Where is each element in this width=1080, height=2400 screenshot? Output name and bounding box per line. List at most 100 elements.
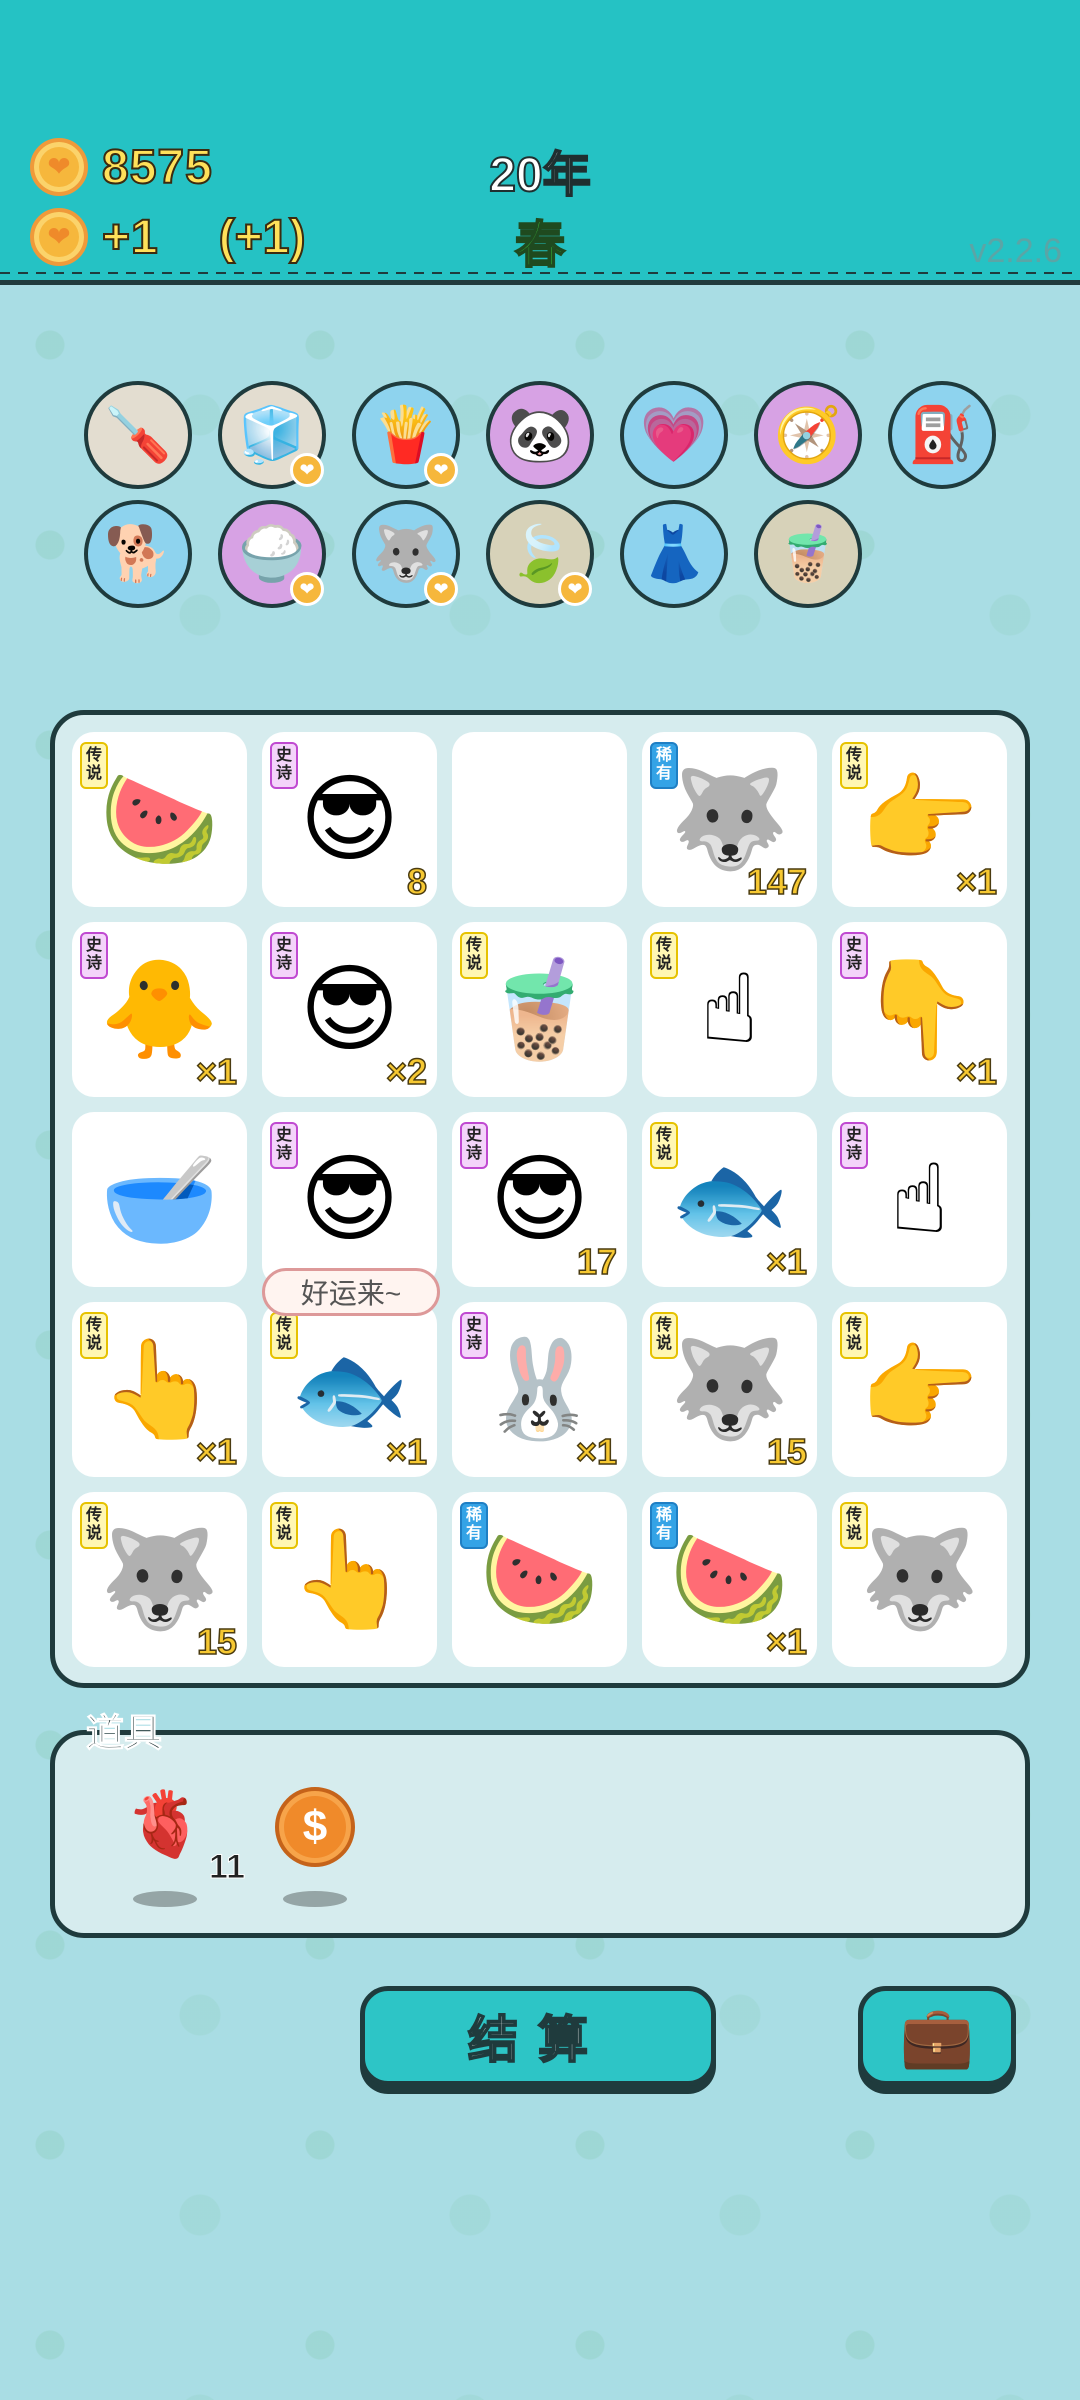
board-tile[interactable]: 传说 🐟 ×1 xyxy=(262,1302,437,1477)
board-tile[interactable]: 传说 🐟 ×1 xyxy=(642,1112,817,1287)
rarity-tag: 史诗 xyxy=(270,742,298,789)
pointing-hand-up-icon: ☝ xyxy=(700,955,759,1063)
board-tile[interactable]: 史诗 🐰 ×1 xyxy=(452,1302,627,1477)
board-tile[interactable]: 史诗 👇 ×1 xyxy=(832,922,1007,1097)
crowned-husky-icon: 🐺 xyxy=(859,1525,980,1633)
board-tile[interactable]: 传说 🍉 xyxy=(72,732,247,907)
item-dollar-coin[interactable]: $ xyxy=(265,1787,365,1907)
board-tile[interactable]: 稀有 🐺 147 xyxy=(642,732,817,907)
briefcase-icon: 💼 xyxy=(899,2002,975,2070)
board-tile[interactable]: 史诗 😎 8 xyxy=(262,732,437,907)
items-title: 道具 xyxy=(85,1713,163,1756)
speech-bubble: 好运来~ xyxy=(262,1268,440,1316)
pointing-hand-up-icon: 👆 xyxy=(99,1335,220,1443)
board-tile[interactable] xyxy=(452,732,627,907)
coin-total: 8575 xyxy=(101,140,213,195)
board-tile[interactable]: 史诗 😎 xyxy=(262,1112,437,1287)
board-tile[interactable]: 史诗 😎 17 xyxy=(452,1112,627,1287)
season-label: 春 xyxy=(514,216,566,274)
relic-dog-with-chain[interactable]: 🐕 xyxy=(84,500,192,608)
relic-panda[interactable]: 🐼 xyxy=(486,381,594,489)
liver-icon: 🫀 xyxy=(125,1788,205,1860)
tile-count: 17 xyxy=(576,1240,618,1283)
board-tile[interactable]: 稀有 🍉 xyxy=(452,1492,627,1667)
tile-count: ×2 xyxy=(385,1050,428,1093)
rarity-tag: 传说 xyxy=(840,1312,868,1359)
relic-pump[interactable]: ⛽ xyxy=(888,381,996,489)
gray-hand-icon: 👇 xyxy=(859,955,980,1063)
relic-french-fries[interactable]: 🍟 ❤ xyxy=(352,381,460,489)
board-tile[interactable]: 🥣 xyxy=(72,1112,247,1287)
top-status-bar: ❤ 8575 ❤ +1 (+1) 20年 春 v2.2.6 xyxy=(0,0,1080,285)
heart-badge-icon: ❤ xyxy=(424,572,458,606)
dollar-coin-icon: $ xyxy=(275,1787,355,1867)
board-tile[interactable]: 传说 👆 xyxy=(262,1492,437,1667)
dog-with-chain-icon: 🐕 xyxy=(104,523,172,584)
coins-row: ❤ 8575 xyxy=(30,138,213,196)
board-tile[interactable]: 传说 🐺 xyxy=(832,1492,1007,1667)
rarity-tag: 史诗 xyxy=(840,932,868,979)
relic-screwdriver[interactable]: 🪛 xyxy=(84,381,192,489)
sunglasses-man-icon: 😎 xyxy=(299,955,400,1063)
compass-icon: 🧭 xyxy=(774,404,842,465)
rarity-tag: 史诗 xyxy=(840,1122,868,1169)
bubble-tea-icon: 🧋 xyxy=(774,523,842,584)
rarity-tag: 稀有 xyxy=(650,742,678,789)
koi-fish-icon: 🐟 xyxy=(669,1145,790,1253)
relic-leaf[interactable]: 🍃 ❤ xyxy=(486,500,594,608)
tile-count: ×1 xyxy=(195,1050,238,1093)
rabbit-house-icon: 🐰 xyxy=(479,1335,600,1443)
board-tile[interactable]: 史诗 ☝ xyxy=(832,1112,1007,1287)
income-bonus: (+1) xyxy=(218,210,307,265)
tile-count: ×1 xyxy=(195,1430,238,1473)
pointing-hand-diagonal-icon: 👉 xyxy=(859,1335,980,1443)
item-liver[interactable]: 🫀 11 xyxy=(115,1787,245,1907)
relic-husky[interactable]: 🐺 ❤ xyxy=(352,500,460,608)
income-row: ❤ +1 (+1) xyxy=(30,208,307,266)
board-tile[interactable]: 传说 🐺 15 xyxy=(642,1302,817,1477)
item-shadow xyxy=(283,1891,347,1907)
rarity-tag: 史诗 xyxy=(460,1122,488,1169)
crowned-husky-icon: 🐺 xyxy=(99,1525,220,1633)
board-tile[interactable]: 传说 🐺 15 xyxy=(72,1492,247,1667)
income-value: +1 xyxy=(101,210,159,265)
rarity-tag: 传说 xyxy=(80,1312,108,1359)
bag-button[interactable]: 💼 xyxy=(858,1986,1016,2086)
tile-count: ×1 xyxy=(385,1430,428,1473)
rarity-tag: 传说 xyxy=(650,1312,678,1359)
rarity-tag: 史诗 xyxy=(80,932,108,979)
heart-badge-icon: ❤ xyxy=(290,453,324,487)
relic-heart-potion[interactable]: 💗 xyxy=(620,381,728,489)
tile-count: ×1 xyxy=(955,860,998,903)
pointing-hand-right-icon: 👉 xyxy=(859,765,980,873)
screwdriver-icon: 🪛 xyxy=(104,404,172,465)
rarity-tag: 传说 xyxy=(460,932,488,979)
board-tile[interactable]: 传说 ☝ xyxy=(642,922,817,1097)
rarity-tag: 传说 xyxy=(270,1312,298,1359)
husky-with-coin-icon: 🐺 xyxy=(669,765,790,873)
gray-pointing-hand-icon: ☝ xyxy=(890,1145,949,1253)
board-tile[interactable]: 传说 👆 ×1 xyxy=(72,1302,247,1477)
item-shadow xyxy=(133,1891,197,1907)
rarity-tag: 传说 xyxy=(80,1502,108,1549)
rarity-tag: 传说 xyxy=(840,742,868,789)
heart-badge-icon: ❤ xyxy=(290,572,324,606)
board-tile[interactable]: 传说 🧋 xyxy=(452,922,627,1097)
board-tile[interactable]: 传说 👉 ×1 xyxy=(832,732,1007,907)
relic-compass[interactable]: 🧭 xyxy=(754,381,862,489)
board-tile[interactable]: 史诗 🐥 ×1 xyxy=(72,922,247,1097)
tile-count: ×1 xyxy=(575,1430,618,1473)
relic-bubble-tea[interactable]: 🧋 xyxy=(754,500,862,608)
board-tile[interactable]: 稀有 🍉 ×1 xyxy=(642,1492,817,1667)
relic-rice-bowl[interactable]: 🍚 ❤ xyxy=(218,500,326,608)
relic-sugar-cubes[interactable]: 🧊 ❤ xyxy=(218,381,326,489)
relic-skirt[interactable]: 👗 xyxy=(620,500,728,608)
tile-count: 15 xyxy=(196,1620,238,1663)
skirt-icon: 👗 xyxy=(640,523,708,584)
rarity-tag: 稀有 xyxy=(460,1502,488,1549)
tile-count: 15 xyxy=(766,1430,808,1473)
settle-button[interactable]: 结算 xyxy=(360,1986,716,2086)
board-tile[interactable]: 史诗 😎 ×2 xyxy=(262,922,437,1097)
board-tile[interactable]: 传说 👉 xyxy=(832,1302,1007,1477)
coin-icon: ❤ xyxy=(30,208,88,266)
